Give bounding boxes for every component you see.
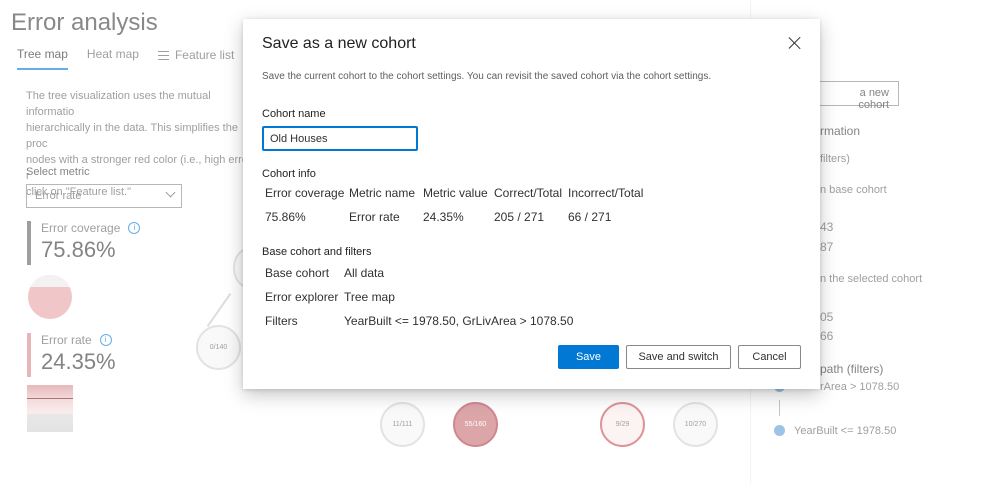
cohort-name-label: Cohort name (262, 108, 326, 120)
table-cell: 24.35% (423, 210, 464, 224)
table-cell: 66 / 271 (568, 210, 612, 224)
table-header: Correct/Total (494, 186, 563, 200)
table-cell: Error rate (349, 210, 400, 224)
save-cohort-dialog: Save as a new cohort Save the current co… (243, 19, 820, 389)
base-row-key: Error explorer (265, 290, 339, 304)
close-icon[interactable] (788, 36, 802, 50)
table-cell: 75.86% (265, 210, 306, 224)
save-button[interactable]: Save (558, 345, 619, 369)
table-cell: 205 / 271 (494, 210, 545, 224)
error-analysis-page: Error analysis Tree map Heat map Feature… (0, 0, 999, 484)
base-row-value: YearBuilt <= 1978.50, GrLivArea > 1078.5… (344, 314, 574, 328)
cohort-info-label: Cohort info (262, 168, 316, 180)
table-header: Metric name (349, 186, 416, 200)
table-header: Incorrect/Total (568, 186, 644, 200)
base-row-value: Tree map (344, 290, 395, 304)
table-header: Metric value (423, 186, 488, 200)
base-row-key: Base cohort (265, 266, 330, 280)
cohort-name-input[interactable] (262, 126, 418, 151)
save-and-switch-button[interactable]: Save and switch (626, 345, 731, 369)
table-header: Error coverage (265, 186, 345, 200)
base-row-value: All data (344, 266, 385, 280)
base-row-key: Filters (265, 314, 298, 328)
dialog-title: Save as a new cohort (262, 35, 416, 52)
dialog-subtitle: Save the current cohort to the cohort se… (262, 71, 712, 82)
cancel-button[interactable]: Cancel (738, 345, 801, 369)
base-cohort-filters-label: Base cohort and filters (262, 246, 372, 258)
